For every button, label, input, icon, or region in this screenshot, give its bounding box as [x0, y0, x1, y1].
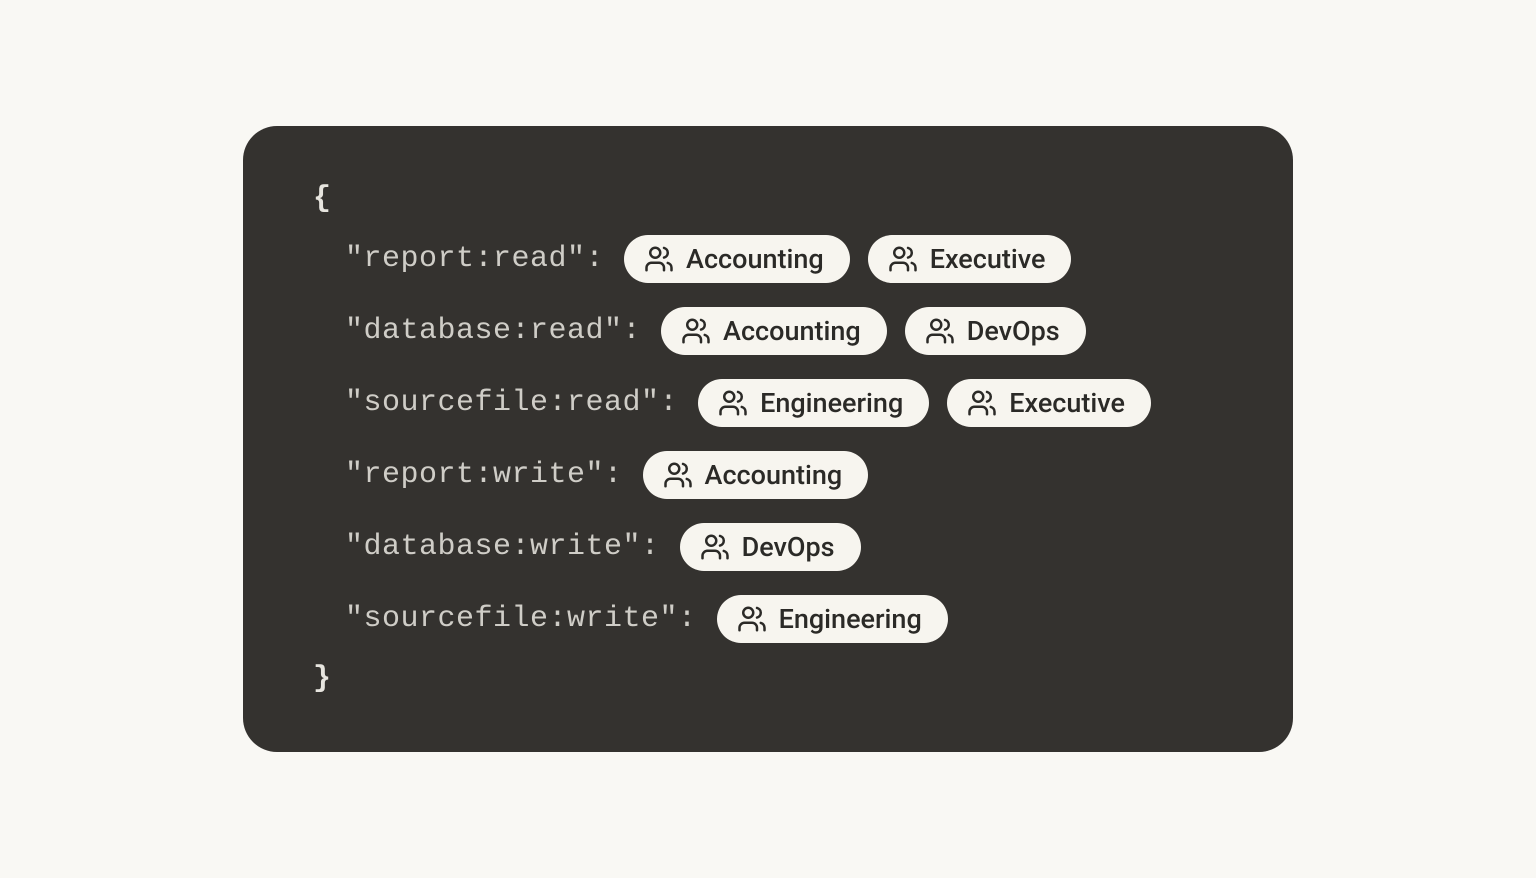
open-brace: {	[313, 184, 1223, 214]
group-label: Executive	[1009, 390, 1125, 417]
group-label: Accounting	[705, 462, 843, 489]
close-brace: }	[313, 664, 1223, 694]
group-label: Executive	[930, 246, 1046, 273]
group-chips: Accounting DevOps	[661, 307, 1086, 355]
users-icon	[718, 388, 748, 418]
users-icon	[700, 532, 730, 562]
users-icon	[681, 316, 711, 346]
permission-key: "report:write":	[345, 458, 623, 492]
users-icon	[737, 604, 767, 634]
group-chip: Executive	[868, 235, 1072, 283]
group-label: Accounting	[686, 246, 824, 273]
group-label: Engineering	[760, 390, 903, 417]
group-chips: Accounting Executive	[624, 235, 1071, 283]
permission-row: "database:write": DevOps	[345, 520, 1223, 574]
permissions-panel: { "report:read": Accounting Executive "d…	[243, 126, 1293, 752]
permission-row: "database:read": Accounting DevOps	[345, 304, 1223, 358]
group-chip: Accounting	[661, 307, 887, 355]
permission-key: "database:read":	[345, 314, 641, 348]
group-label: DevOps	[742, 534, 835, 561]
group-chip: Executive	[947, 379, 1151, 427]
users-icon	[888, 244, 918, 274]
group-label: Engineering	[779, 606, 922, 633]
permission-key: "report:read":	[345, 242, 604, 276]
permission-key: "sourcefile:write":	[345, 602, 697, 636]
users-icon	[663, 460, 693, 490]
permission-row: "sourcefile:read": Engineering Executive	[345, 376, 1223, 430]
permission-row: "sourcefile:write": Engineering	[345, 592, 1223, 646]
users-icon	[644, 244, 674, 274]
group-chip: Accounting	[643, 451, 869, 499]
permission-key: "database:write":	[345, 530, 660, 564]
users-icon	[967, 388, 997, 418]
group-chip: Engineering	[698, 379, 929, 427]
users-icon	[925, 316, 955, 346]
group-label: Accounting	[723, 318, 861, 345]
permission-row: "report:write": Accounting	[345, 448, 1223, 502]
group-chips: Accounting	[643, 451, 869, 499]
group-chips: Engineering	[717, 595, 948, 643]
group-chips: Engineering Executive	[698, 379, 1151, 427]
group-chip: DevOps	[680, 523, 861, 571]
group-label: DevOps	[967, 318, 1060, 345]
group-chip: Engineering	[717, 595, 948, 643]
permission-key: "sourcefile:read":	[345, 386, 678, 420]
group-chip: DevOps	[905, 307, 1086, 355]
group-chip: Accounting	[624, 235, 850, 283]
permission-row: "report:read": Accounting Executive	[345, 232, 1223, 286]
group-chips: DevOps	[680, 523, 861, 571]
